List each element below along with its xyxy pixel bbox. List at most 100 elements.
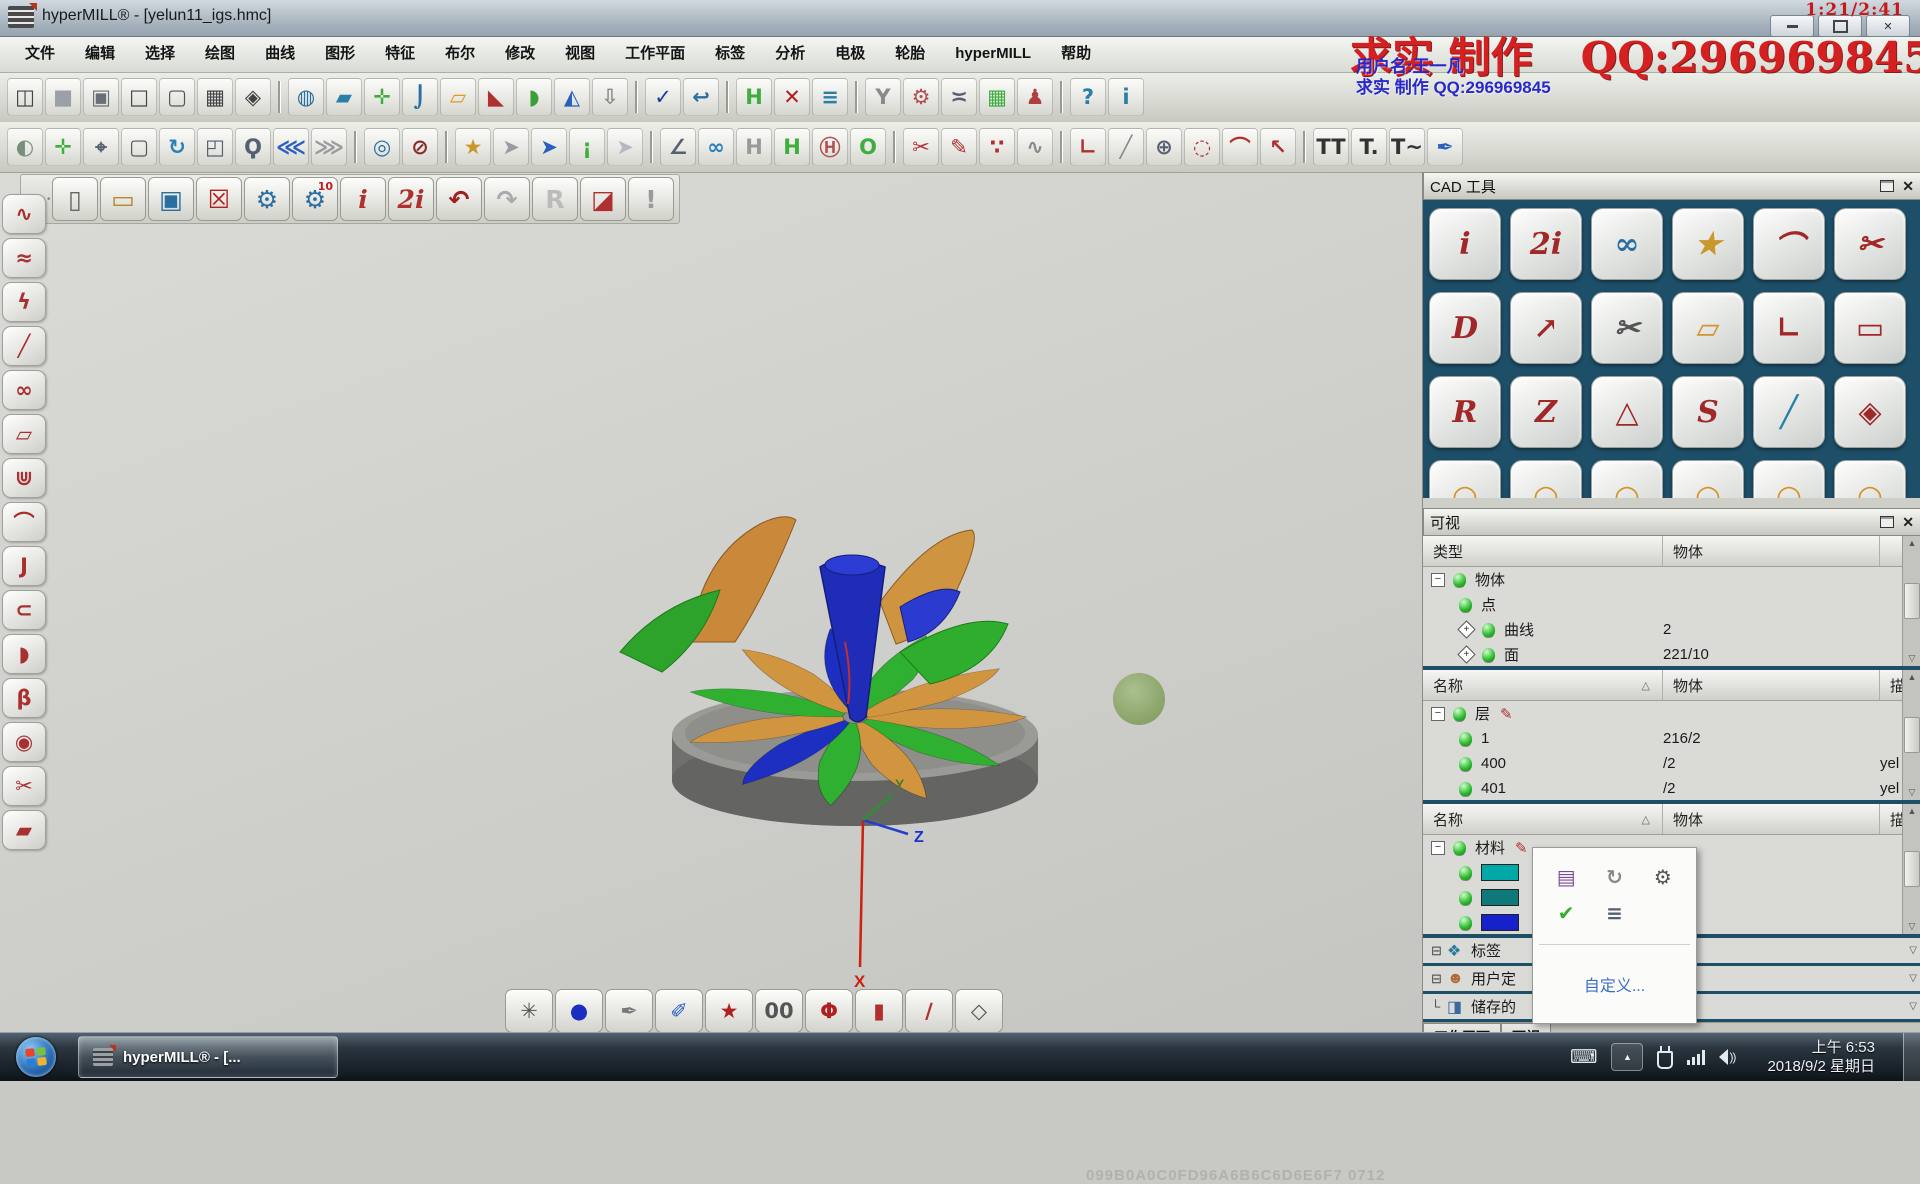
star-plane-icon[interactable]: ★: [455, 128, 491, 166]
circle-cross-icon[interactable]: ⊕: [1146, 128, 1182, 166]
plane-orange-icon[interactable]: ▱: [440, 78, 476, 116]
surface-orange-6-icon[interactable]: ◠: [1834, 460, 1906, 498]
zoom-glass-icon[interactable]: Ϙ: [235, 128, 271, 166]
balloon-green-icon[interactable]: ¡: [569, 128, 605, 166]
target-icon[interactable]: ◎: [364, 128, 400, 166]
s-curve-icon[interactable]: S: [1672, 376, 1744, 448]
menu-item[interactable]: hyperMILL: [940, 36, 1046, 72]
tree-row[interactable]: 1216/2: [1423, 726, 1920, 751]
menu-item[interactable]: 特征: [370, 36, 430, 72]
point-curve-icon[interactable]: ∵: [979, 128, 1015, 166]
pen-blue-icon[interactable]: ✒: [1427, 128, 1463, 166]
loop-curve-tool-icon[interactable]: ∞: [2, 370, 46, 410]
menu-item[interactable]: 工作平面: [610, 36, 700, 72]
diagonal-line-icon[interactable]: ╱: [1108, 128, 1144, 166]
text-t-curve-icon[interactable]: T~: [1389, 128, 1425, 166]
cylinder-wrap-icon[interactable]: ◈: [1834, 376, 1906, 448]
tree-expand-toggle[interactable]: −: [1431, 841, 1445, 855]
sweep-surface-tool-icon[interactable]: ▰: [2, 810, 46, 850]
tree-expand-toggle[interactable]: −: [1431, 707, 1445, 721]
surface-orange-4-icon[interactable]: ◠: [1672, 460, 1744, 498]
scissors-icon[interactable]: ✂: [903, 128, 939, 166]
curve-gray-icon[interactable]: ∿: [1017, 128, 1053, 166]
menu-item[interactable]: 视图: [550, 36, 610, 72]
visibility-bulb-icon[interactable]: [1453, 841, 1466, 855]
tree-row[interactable]: +曲线2: [1423, 617, 1920, 642]
tree-diamond-toggle[interactable]: +: [1457, 645, 1475, 663]
arc-red-icon[interactable]: ⌒: [1222, 128, 1258, 166]
grid-green-icon[interactable]: ▦: [979, 78, 1015, 116]
menu-item[interactable]: 编辑: [70, 36, 130, 72]
curve-scissors-icon[interactable]: ✂: [1834, 208, 1906, 280]
tree-expand-toggle[interactable]: └: [1431, 999, 1447, 1014]
j-curve-tool-icon[interactable]: J: [2, 546, 46, 586]
line-surface-icon[interactable]: ╱: [1753, 376, 1825, 448]
cube-red-icon[interactable]: ◪: [580, 177, 626, 221]
sketch-plane-icon[interactable]: ∠: [660, 128, 696, 166]
menu-item[interactable]: 标签: [700, 36, 760, 72]
counter-00-button[interactable]: 00: [755, 989, 803, 1033]
circle-radius-icon[interactable]: R: [1429, 376, 1501, 448]
column-header[interactable]: 物体: [1673, 809, 1703, 830]
visibility-bulb-icon[interactable]: [1459, 732, 1472, 746]
menu-item[interactable]: 文件: [10, 36, 70, 72]
view-shaded-box-icon[interactable]: ▣: [83, 78, 119, 116]
plane-light-icon[interactable]: ➤: [607, 128, 643, 166]
spline-tool-icon[interactable]: ∿: [2, 194, 46, 234]
blade-axis-blue-icon[interactable]: ◭: [554, 78, 590, 116]
color-swatch[interactable]: [1481, 889, 1519, 906]
node-select-icon[interactable]: ⌖: [83, 128, 119, 166]
2d-info-icon[interactable]: 2i: [1510, 208, 1582, 280]
tree-diamond-toggle[interactable]: +: [1457, 620, 1475, 638]
tree-row[interactable]: 400/2yel: [1423, 751, 1920, 776]
panel-close-icon[interactable]: ✕: [1902, 516, 1914, 528]
color-swatch[interactable]: [1481, 914, 1519, 931]
color-swatch[interactable]: [1481, 864, 1519, 881]
globe-icon[interactable]: ◍: [288, 78, 324, 116]
tree-expand-toggle[interactable]: ⊟: [1431, 971, 1447, 987]
view-triangulated-box-icon[interactable]: ◈: [235, 78, 271, 116]
show-desktop-button[interactable]: [1903, 1033, 1920, 1081]
tree-row[interactable]: −层✎: [1423, 701, 1920, 726]
star-info-icon[interactable]: ★: [1672, 208, 1744, 280]
delete-x-red-icon[interactable]: ✕: [774, 78, 810, 116]
column-header[interactable]: 物体: [1673, 541, 1703, 562]
menu-item[interactable]: 帮助: [1046, 36, 1106, 72]
tangent-line-tool-icon[interactable]: ╱: [2, 326, 46, 366]
sphere-select-icon[interactable]: ◐: [7, 128, 43, 166]
user-red-icon[interactable]: ♟: [1017, 78, 1053, 116]
taskbar-app-button[interactable]: hyperMILL® - [...: [78, 1036, 338, 1078]
h-circle-icon[interactable]: Ⓗ: [812, 128, 848, 166]
settings-gear-icon[interactable]: ⚙: [244, 177, 290, 221]
menu-item[interactable]: 图形: [310, 36, 370, 72]
surface-orange-5-icon[interactable]: ◠: [1753, 460, 1825, 498]
view-wireframe-box-icon[interactable]: ◫: [7, 78, 43, 116]
panel-float-icon[interactable]: [1880, 180, 1894, 192]
gear-10-icon[interactable]: ⚙10: [292, 177, 338, 221]
brush-blue-icon[interactable]: ✐: [655, 989, 703, 1033]
convert-down-icon[interactable]: ⇩: [592, 78, 628, 116]
edit-pen-icon[interactable]: ✎: [1500, 705, 1513, 723]
column-header[interactable]: 物体: [1673, 675, 1703, 696]
shaded-view-icon[interactable]: ●: [555, 989, 603, 1033]
plane-blue-icon[interactable]: ➤: [531, 128, 567, 166]
scrollbar[interactable]: ▲▽: [1902, 536, 1920, 666]
show-hidden-icons-button[interactable]: ▲: [1611, 1043, 1643, 1071]
visibility-bulb-icon[interactable]: [1453, 707, 1466, 721]
taskbar-clock[interactable]: 上午 6:53 2018/9/2 星期日: [1767, 1038, 1875, 1076]
save-file-icon[interactable]: ▣: [148, 177, 194, 221]
customize-menu-item[interactable]: 自定义...: [1533, 945, 1696, 1023]
pencil-curve-icon[interactable]: ✎: [941, 128, 977, 166]
move-cross-icon[interactable]: ✛: [45, 128, 81, 166]
wave-curves-tool-icon[interactable]: ≈: [2, 238, 46, 278]
info-2i-icon[interactable]: 2i: [388, 177, 434, 221]
column-header[interactable]: 类型: [1433, 541, 1463, 562]
visibility-bulb-icon[interactable]: [1459, 916, 1472, 930]
history-forward-icon[interactable]: ⋙: [311, 128, 347, 166]
scribble-tool-icon[interactable]: ϟ: [2, 282, 46, 322]
visibility-bulb-icon[interactable]: [1459, 891, 1472, 905]
menu-item[interactable]: 修改: [490, 36, 550, 72]
surface-scissors-icon[interactable]: ✂: [1591, 292, 1663, 364]
delete-file-icon[interactable]: ☒: [196, 177, 242, 221]
scrollbar[interactable]: ▲▽: [1902, 804, 1920, 934]
